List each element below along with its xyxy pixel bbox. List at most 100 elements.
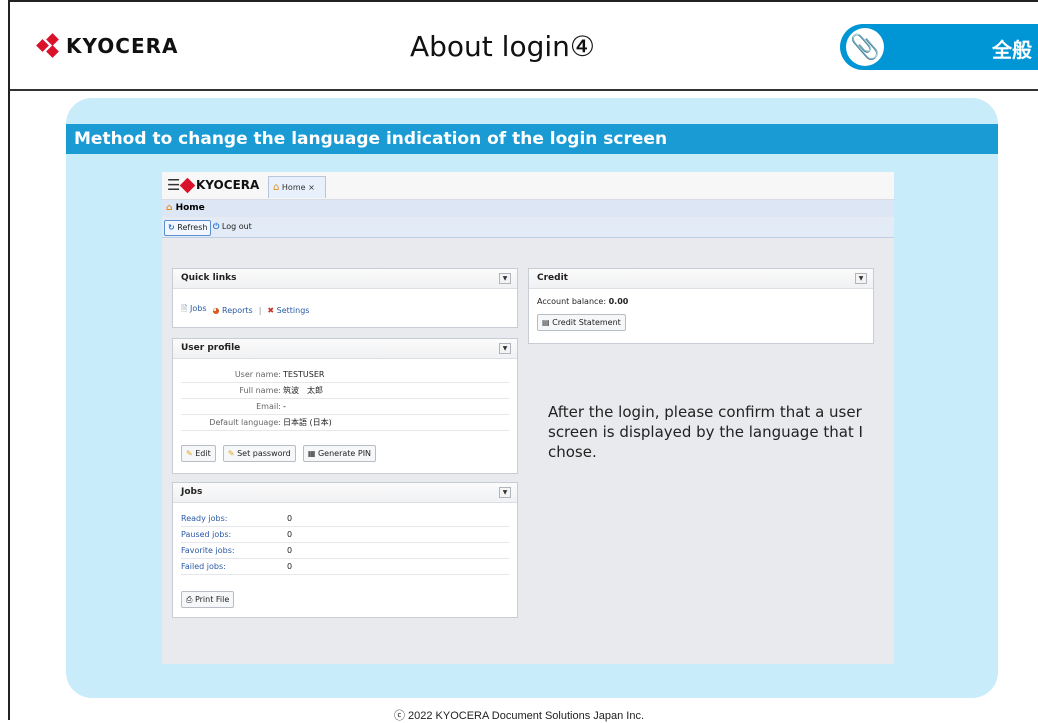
jobs-ready-count: 0 (287, 514, 293, 523)
jobs-header: Jobs ▼ (173, 483, 517, 503)
user-profile-title: User profile (181, 343, 241, 353)
key-icon: ✎ (227, 449, 235, 458)
refresh-label: Refresh (177, 223, 208, 232)
quick-links-body: 🗎 Jobs ◕ Reports | ✖ Settings (173, 289, 517, 331)
quick-links-card: Quick links ▼ 🗎 Jobs ◕ Reports | ✖ Setti… (172, 268, 518, 328)
generate-pin-button[interactable]: ▦ Generate PIN (302, 445, 377, 462)
paperclip-icon: 📎 (846, 28, 884, 66)
copyright-footer: ⓒ 2022 KYOCERA Document Solutions Japan … (393, 710, 645, 722)
collapse-toggle-icon[interactable]: ▼ (499, 343, 511, 354)
jobs-favorite-count: 0 (287, 546, 293, 555)
jobs-card: Jobs ▼ Ready jobs: 0 Paused jobs: 0 Favo… (172, 482, 518, 618)
field-key: User name: (234, 370, 281, 379)
refresh-icon: ↻ (168, 223, 175, 232)
tab-home[interactable]: ⌂ Home × (268, 176, 326, 198)
logo-text: KYOCERA (66, 34, 179, 58)
credit-statement-button[interactable]: ▤ Credit Statement (537, 314, 626, 331)
power-icon: ⏻ (213, 222, 220, 231)
field-value: 筑波 太郎 (283, 386, 323, 395)
collapse-toggle-icon[interactable]: ▼ (499, 273, 511, 284)
jobs-row-favorite: Favorite jobs: 0 (181, 543, 509, 559)
print-file-label: Print File (194, 595, 230, 604)
quick-links-title: Quick links (181, 273, 237, 283)
home-icon: ⌂ (273, 182, 280, 193)
user-profile-header: User profile ▼ (173, 339, 517, 359)
field-value: TESTUSER (283, 370, 325, 379)
edit-label: Edit (195, 449, 211, 458)
slide-title: About login④ (410, 30, 595, 63)
statement-icon: ▤ (542, 318, 550, 327)
jobs-favorite-link[interactable]: Favorite jobs: (181, 543, 235, 558)
set-password-button[interactable]: ✎ Set password (222, 445, 296, 462)
refresh-button[interactable]: ↻ Refresh (164, 220, 212, 236)
field-key: Email: (256, 402, 281, 411)
kyocera-mark-icon (179, 177, 196, 193)
pencil-icon: ✎ (186, 449, 193, 458)
quick-links-header: Quick links ▼ (173, 269, 517, 289)
jobs-ready-link[interactable]: Ready jobs: (181, 511, 227, 526)
logout-button[interactable]: ⏻ Log out (210, 220, 255, 234)
toolbar: ↻ Refresh ⏻ Log out (162, 218, 894, 238)
printer-icon: ⎙ (186, 595, 193, 604)
field-key: Full name: (239, 386, 281, 395)
user-profile-card: User profile ▼ User name: TESTUSER Full … (172, 338, 518, 474)
jobs-paused-link[interactable]: Paused jobs: (181, 527, 231, 542)
field-value: 日本語 (日本) (283, 418, 332, 427)
jobs-failed-count: 0 (287, 562, 293, 571)
profile-row-username: User name: TESTUSER (181, 367, 509, 383)
quick-link-reports-label: Reports (222, 305, 253, 315)
quick-link-settings-label: Settings (276, 305, 310, 315)
jobs-failed-link[interactable]: Failed jobs: (181, 559, 226, 574)
separator: | (258, 305, 262, 315)
print-file-button[interactable]: ⎙ Print File (181, 591, 235, 608)
document-icon: 🗎 (181, 304, 188, 313)
app-logo-text: KYOCERA (196, 178, 260, 192)
quick-link-settings[interactable]: ✖ Settings (267, 306, 309, 315)
credit-body: Account balance: 0.00 ▤ Credit Statement (529, 289, 873, 339)
category-tag: 📎 全般 (840, 24, 1038, 70)
jobs-row-ready: Ready jobs: 0 (181, 511, 509, 527)
jobs-title: Jobs (181, 487, 203, 497)
quick-link-jobs[interactable]: 🗎 Jobs (181, 303, 206, 317)
jobs-row-paused: Paused jobs: 0 (181, 527, 509, 543)
breadcrumb-label: Home (175, 203, 205, 213)
profile-row-fullname: Full name: 筑波 太郎 (181, 383, 509, 399)
profile-row-language: Default language: 日本語 (日本) (181, 415, 509, 431)
quick-link-jobs-label: Jobs (189, 304, 207, 313)
content-panel: Method to change the language indication… (66, 98, 998, 698)
keypad-icon: ▦ (307, 449, 316, 458)
set-password-label: Set password (237, 449, 291, 458)
tab-close-icon[interactable]: × (308, 183, 315, 192)
logout-label: Log out (221, 222, 252, 231)
profile-buttons: ✎ Edit ✎ Set password ▦ Generate PIN (173, 431, 517, 462)
field-value: - (283, 402, 286, 411)
jobs-paused-count: 0 (287, 530, 293, 539)
settings-tools-icon: ✖ (267, 305, 275, 315)
home-icon: ⌂ (166, 203, 173, 213)
tab-home-label: Home (281, 183, 306, 192)
field-key: Default language: (209, 418, 281, 427)
header-divider (10, 89, 1038, 91)
profile-row-email: Email: - (181, 399, 509, 415)
section-heading: Method to change the language indication… (66, 124, 998, 154)
collapse-toggle-icon[interactable]: ▼ (499, 487, 511, 498)
credit-title: Credit (537, 273, 568, 283)
kyocera-logo-mark-icon (36, 33, 60, 58)
kyocera-logo: KYOCERA (36, 33, 179, 58)
balance-label: Account balance: (537, 297, 607, 306)
category-label: 全般 (992, 38, 1032, 62)
jobs-row-failed: Failed jobs: 0 (181, 559, 509, 575)
breadcrumb: ⌂ Home (162, 200, 894, 217)
credit-header: Credit ▼ (529, 269, 873, 289)
quick-link-reports[interactable]: ◕ Reports (212, 306, 252, 315)
slide-header: KYOCERA About login④ 📎 全般 (10, 2, 1038, 90)
balance-value: 0.00 (608, 297, 629, 306)
instruction-note: After the login, please confirm that a u… (548, 403, 863, 461)
collapse-toggle-icon[interactable]: ▼ (855, 273, 867, 284)
app-logo: KYOCERA (179, 177, 260, 193)
pie-chart-icon: ◕ (212, 305, 220, 315)
credit-statement-label: Credit Statement (552, 318, 621, 327)
generate-pin-label: Generate PIN (317, 449, 372, 458)
credit-card: Credit ▼ Account balance: 0.00 ▤ Credit … (528, 268, 874, 344)
edit-button[interactable]: ✎ Edit (181, 445, 216, 462)
